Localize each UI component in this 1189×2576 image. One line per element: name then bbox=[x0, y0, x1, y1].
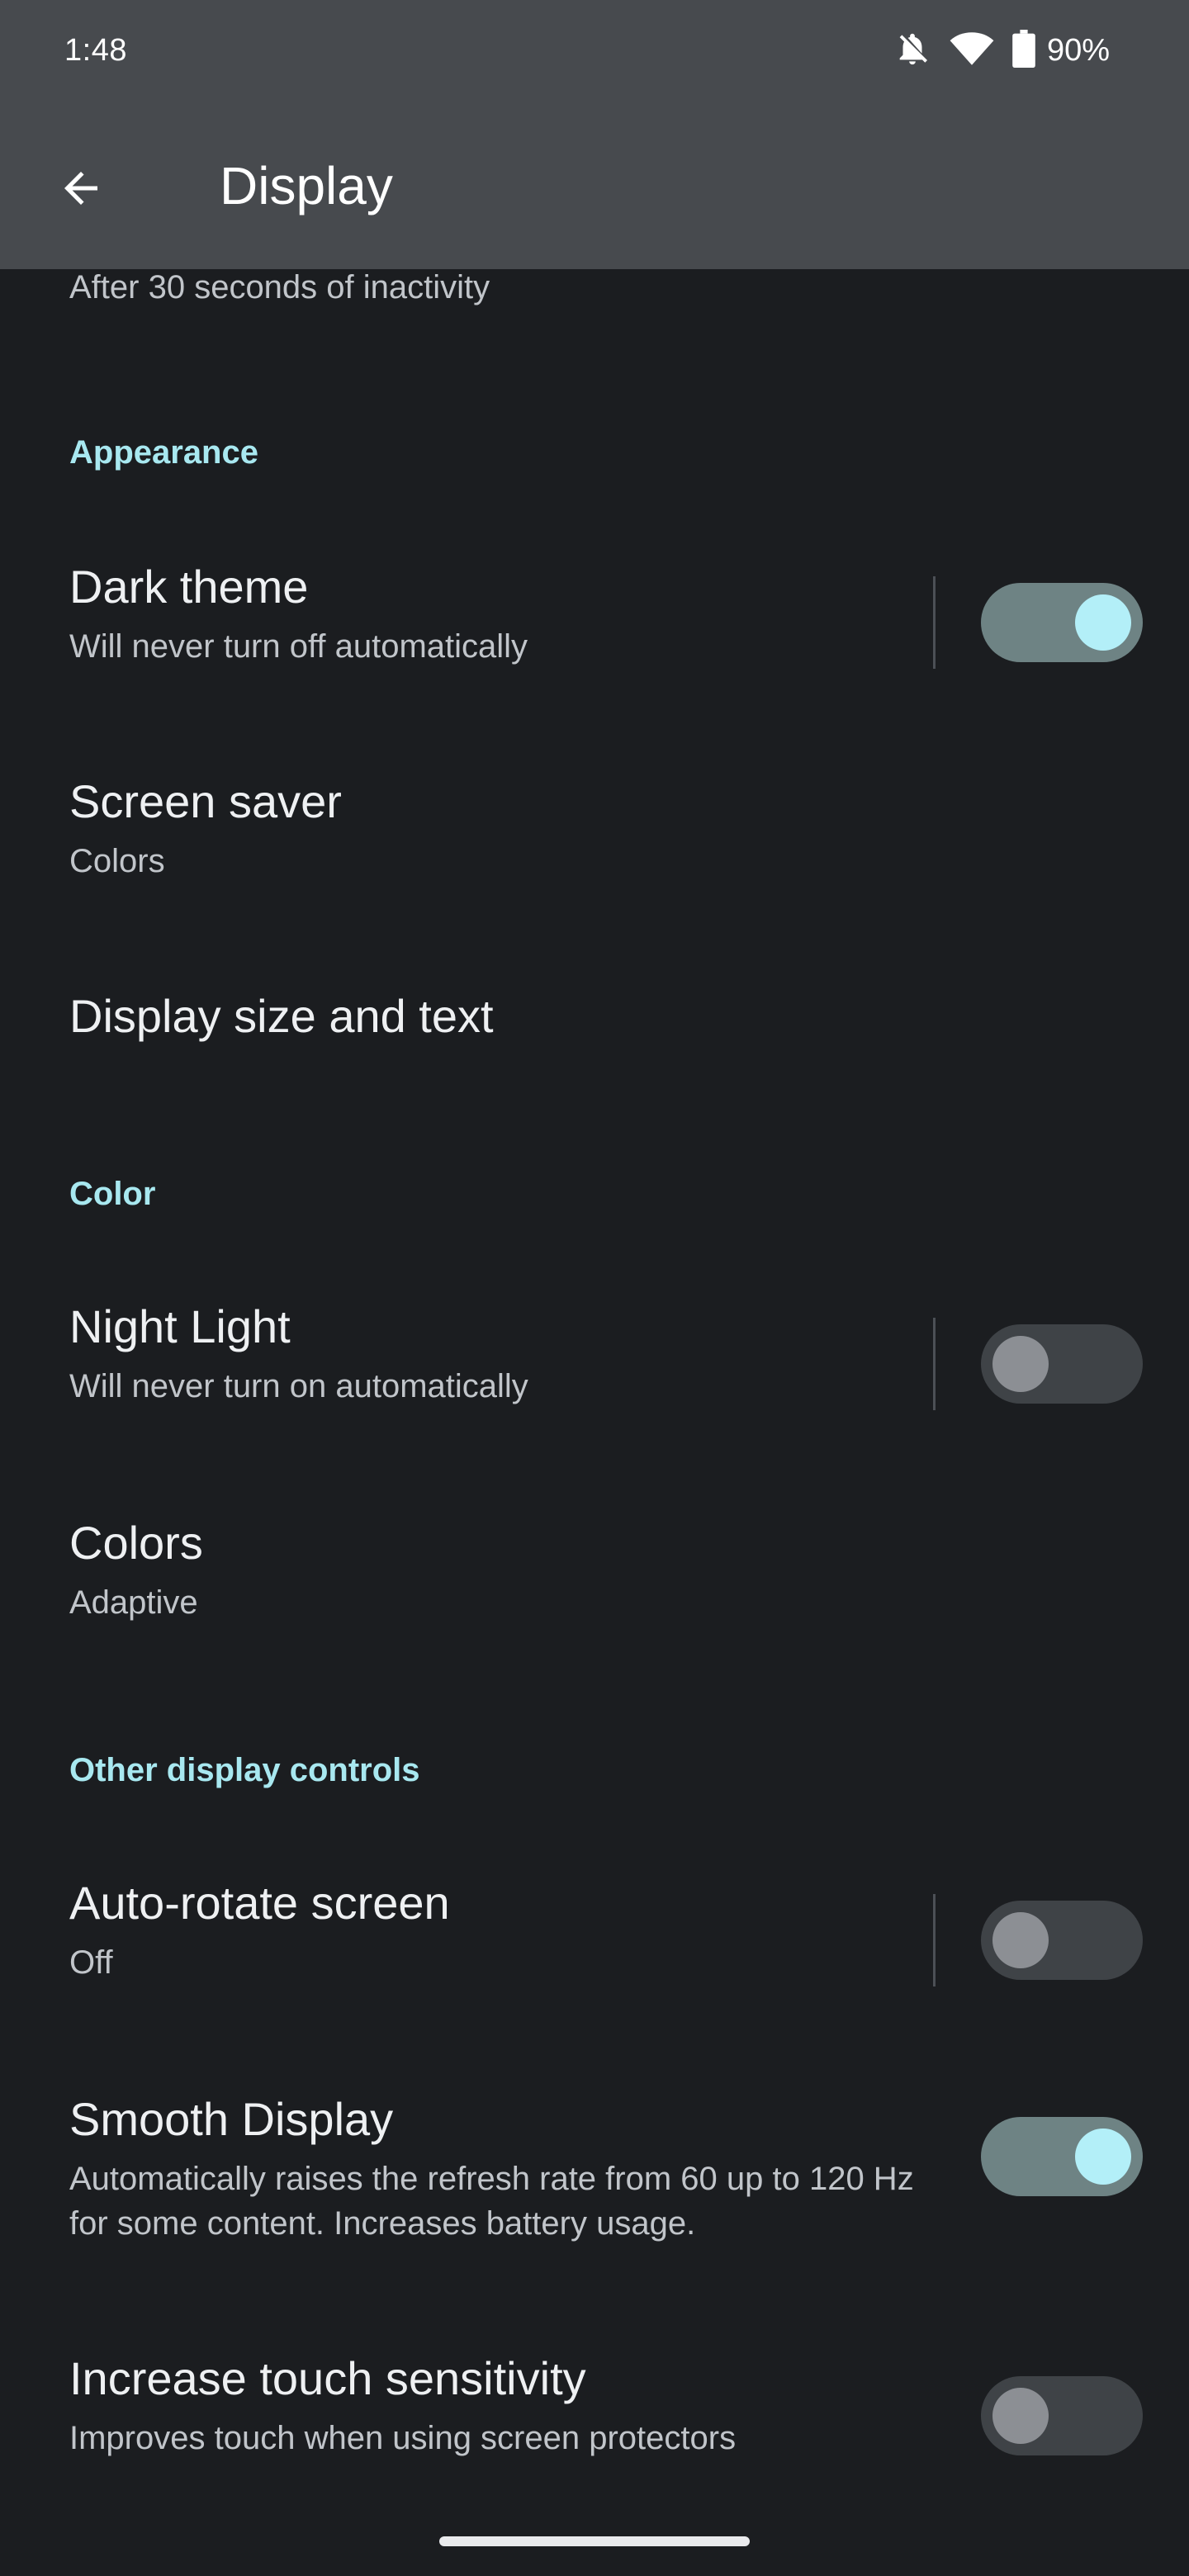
toggle-thumb bbox=[992, 1336, 1049, 1392]
settings-list[interactable]: After 30 seconds of inactivity Appearanc… bbox=[0, 269, 1189, 2498]
page-title: Display bbox=[220, 156, 393, 215]
toggle-thumb bbox=[1075, 2129, 1131, 2185]
display-size-title: Display size and text bbox=[69, 990, 494, 1042]
screen-saver-summary: Colors bbox=[69, 843, 165, 879]
top-app-area: 1:48 90% Display bbox=[0, 0, 1189, 269]
status-bar: 1:48 90% bbox=[0, 0, 1189, 107]
battery-percentage: 90% bbox=[1046, 33, 1110, 68]
auto-rotate-row[interactable]: Auto-rotate screen Off bbox=[0, 1866, 1189, 2064]
touch-sensitivity-summary: Improves touch when using screen protect… bbox=[69, 2420, 737, 2456]
divider bbox=[933, 576, 936, 669]
screen-timeout-summary[interactable]: After 30 seconds of inactivity bbox=[69, 269, 490, 306]
back-button[interactable] bbox=[40, 147, 122, 230]
dark-theme-toggle[interactable] bbox=[981, 583, 1143, 662]
screen-saver-title: Screen saver bbox=[69, 775, 342, 827]
smooth-display-row[interactable]: Smooth Display Automatically raises the … bbox=[0, 2082, 1189, 2322]
colors-title: Colors bbox=[69, 1517, 203, 1569]
arrow-back-icon bbox=[64, 172, 97, 205]
divider bbox=[933, 1894, 936, 1986]
colors-summary: Adaptive bbox=[69, 1584, 198, 1621]
auto-rotate-summary: Off bbox=[69, 1944, 113, 1981]
night-light-title: Night Light bbox=[69, 1300, 291, 1352]
section-header-other-display-controls: Other display controls bbox=[69, 1752, 420, 1788]
divider bbox=[933, 1318, 936, 1410]
section-header-appearance: Appearance bbox=[69, 434, 258, 471]
colors-row[interactable]: Colors Adaptive bbox=[0, 1506, 1189, 1704]
night-light-summary: Will never turn on automatically bbox=[69, 1368, 528, 1404]
dark-theme-row[interactable]: Dark theme Will never turn off automatic… bbox=[0, 550, 1189, 748]
notifications-off-icon bbox=[893, 30, 931, 72]
gesture-navigation-handle[interactable] bbox=[439, 2536, 750, 2546]
toggle-thumb bbox=[992, 1912, 1049, 1968]
screen-saver-row[interactable]: Screen saver Colors bbox=[0, 765, 1189, 963]
smooth-display-title: Smooth Display bbox=[69, 2093, 394, 2145]
battery-icon bbox=[1012, 30, 1035, 72]
dark-theme-summary: Will never turn off automatically bbox=[69, 628, 528, 665]
section-header-color: Color bbox=[69, 1176, 156, 1212]
toggle-thumb bbox=[992, 2388, 1049, 2444]
auto-rotate-toggle[interactable] bbox=[981, 1901, 1143, 1980]
night-light-toggle[interactable] bbox=[981, 1324, 1143, 1404]
touch-sensitivity-toggle[interactable] bbox=[981, 2376, 1143, 2455]
smooth-display-summary: Automatically raises the refresh rate fr… bbox=[69, 2161, 914, 2242]
status-time: 1:48 bbox=[64, 33, 127, 68]
smooth-display-toggle[interactable] bbox=[981, 2117, 1143, 2196]
app-bar: Display bbox=[0, 107, 1189, 269]
toggle-thumb bbox=[1075, 594, 1131, 651]
auto-rotate-title: Auto-rotate screen bbox=[69, 1877, 450, 1929]
touch-sensitivity-row[interactable]: Increase touch sensitivity Improves touc… bbox=[0, 2342, 1189, 2540]
wifi-icon bbox=[950, 31, 994, 71]
touch-sensitivity-title: Increase touch sensitivity bbox=[69, 2352, 586, 2404]
status-icons: 90% bbox=[893, 30, 1110, 72]
display-size-row[interactable]: Display size and text bbox=[0, 979, 1189, 1161]
night-light-row[interactable]: Night Light Will never turn on automatic… bbox=[0, 1290, 1189, 1488]
dark-theme-title: Dark theme bbox=[69, 561, 309, 613]
